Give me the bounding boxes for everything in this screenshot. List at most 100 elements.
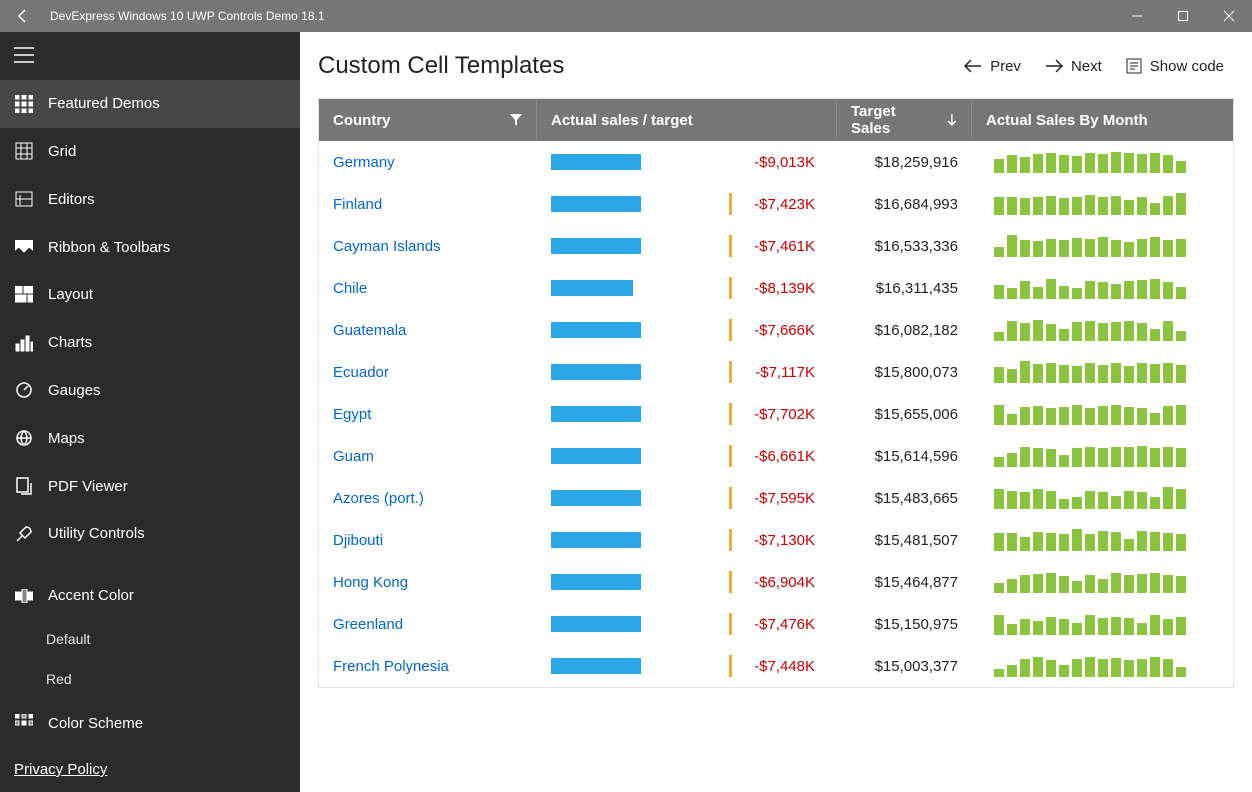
cell-sparkline [972, 603, 1233, 645]
cell-target: $15,464,877 [837, 561, 972, 603]
next-button[interactable]: Next [1045, 58, 1102, 75]
cell-country[interactable]: Cayman Islands [319, 225, 537, 267]
cell-sparkline [972, 645, 1233, 687]
target-marker [729, 361, 732, 383]
sparkline [994, 151, 1186, 173]
page-title: Custom Cell Templates [318, 52, 940, 80]
sidebar-item-grid[interactable]: Grid [0, 128, 300, 176]
table-row[interactable]: French Polynesia -$7,448K $15,003,377 [319, 645, 1233, 687]
sidebar-item-pdf[interactable]: PDF Viewer [0, 462, 300, 510]
back-button[interactable] [0, 0, 46, 32]
table-row[interactable]: Azores (port.)-$7,595K$15,483,665 [319, 477, 1233, 519]
target-marker [729, 235, 732, 257]
table-row[interactable]: Guatemala -$7,666K $16,082,182 [319, 309, 1233, 351]
sidebar: Featured Demos Grid Editors Ribbon & Too… [0, 32, 300, 792]
sidebar-item-label: Maps [48, 430, 85, 447]
cell-target: $15,003,377 [837, 645, 972, 687]
table-row[interactable]: Greenland-$7,476K$15,150,975 [319, 603, 1233, 645]
table-row[interactable]: Germany-$9,013K$18,259,916 [319, 141, 1233, 183]
privacy-policy-link[interactable]: Privacy Policy [0, 747, 300, 792]
diff-value: -$7,595K [745, 490, 815, 507]
hamburger-icon [14, 47, 34, 63]
cell-country[interactable]: Guatemala [319, 309, 537, 351]
sidebar-item-label: Featured Demos [48, 95, 160, 112]
column-header-country[interactable]: Country [319, 99, 537, 141]
accent-option-default[interactable]: Default [0, 620, 300, 660]
table-row[interactable]: Cayman Islands-$7,461K$16,533,336 [319, 225, 1233, 267]
arrow-right-icon [1045, 59, 1063, 73]
cell-target: $15,150,975 [837, 603, 972, 645]
diff-value: -$7,448K [745, 658, 815, 675]
grid-icon [14, 141, 34, 161]
cell-target: $16,082,182 [837, 309, 972, 351]
cell-country[interactable]: Chile [319, 267, 537, 309]
sidebar-item-gauges[interactable]: Gauges [0, 367, 300, 415]
cell-country[interactable]: Djibouti [319, 519, 537, 561]
cell-actual: -$7,130K [537, 519, 837, 561]
gauges-icon [14, 380, 34, 400]
sidebar-item-featured-demos[interactable]: Featured Demos [0, 80, 300, 128]
show-code-button[interactable]: Show code [1126, 58, 1224, 75]
sidebar-item-ribbon[interactable]: Ribbon & Toolbars [0, 223, 300, 271]
table-row[interactable]: Chile-$8,139K$16,311,435 [319, 267, 1233, 309]
minimize-button[interactable] [1114, 0, 1160, 32]
sidebar-item-utility[interactable]: Utility Controls [0, 510, 300, 558]
sidebar-item-layout[interactable]: Layout [0, 271, 300, 319]
cell-target: $16,533,336 [837, 225, 972, 267]
diff-value: -$7,666K [745, 322, 815, 339]
close-button[interactable] [1206, 0, 1252, 32]
cell-country[interactable]: Egypt [319, 393, 537, 435]
data-grid: Country Actual sales / target Target Sal… [318, 98, 1234, 688]
colorscheme-icon [14, 713, 34, 733]
target-marker [729, 655, 732, 677]
cell-country[interactable]: Azores (port.) [319, 477, 537, 519]
table-row[interactable]: Djibouti-$7,130K$15,481,507 [319, 519, 1233, 561]
table-row[interactable]: Egypt-$7,702K$15,655,006 [319, 393, 1233, 435]
sparkline [994, 487, 1186, 509]
progress-bar [551, 448, 641, 464]
cell-country[interactable]: Finland [319, 183, 537, 225]
titlebar: DevExpress Windows 10 UWP Controls Demo … [0, 0, 1252, 32]
cell-country[interactable]: Germany [319, 141, 537, 183]
diff-value: -$7,117K [745, 364, 815, 381]
sidebar-item-charts[interactable]: Charts [0, 319, 300, 367]
progress-bar [551, 616, 641, 632]
table-row[interactable]: Hong Kong-$6,904K$15,464,877 [319, 561, 1233, 603]
minimize-icon [1131, 10, 1143, 22]
column-header-target[interactable]: Target Sales [837, 99, 972, 141]
cell-sparkline [972, 267, 1233, 309]
cell-actual: -$8,139K [537, 267, 837, 309]
cell-sparkline [972, 519, 1233, 561]
accent-option-red[interactable]: Red [0, 659, 300, 699]
prev-button[interactable]: Prev [964, 58, 1021, 75]
target-marker [729, 613, 732, 635]
sidebar-item-label: Grid [48, 143, 76, 160]
progress-bar [551, 574, 641, 590]
cell-actual: -$6,904K [537, 561, 837, 603]
diff-value: -$9,013K [745, 154, 815, 171]
cell-country[interactable]: Guam [319, 435, 537, 477]
cell-target: $15,614,596 [837, 435, 972, 477]
sidebar-accent-color[interactable]: Accent Color [0, 572, 300, 620]
sparkline [994, 613, 1186, 635]
palette-icon [14, 586, 34, 606]
progress-bar [551, 196, 641, 212]
table-row[interactable]: Ecuador-$7,117K$15,800,073 [319, 351, 1233, 393]
pdf-icon [14, 476, 34, 496]
cell-country[interactable]: Ecuador [319, 351, 537, 393]
table-row[interactable]: Finland-$7,423K$16,684,993 [319, 183, 1233, 225]
cell-country[interactable]: French Polynesia [319, 645, 537, 687]
cell-country[interactable]: Hong Kong [319, 561, 537, 603]
cell-actual: -$7,117K [537, 351, 837, 393]
column-header-sparkline[interactable]: Actual Sales By Month [972, 99, 1233, 141]
cell-country[interactable]: Greenland [319, 603, 537, 645]
sidebar-item-label: Ribbon & Toolbars [48, 239, 170, 256]
arrow-left-icon [15, 8, 31, 24]
maximize-button[interactable] [1160, 0, 1206, 32]
table-row[interactable]: Guam-$6,661K$15,614,596 [319, 435, 1233, 477]
sidebar-item-editors[interactable]: Editors [0, 175, 300, 223]
column-header-actual[interactable]: Actual sales / target [537, 99, 837, 141]
sidebar-item-maps[interactable]: Maps [0, 414, 300, 462]
sidebar-color-scheme[interactable]: Color Scheme [0, 699, 300, 747]
hamburger-button[interactable] [0, 32, 300, 80]
